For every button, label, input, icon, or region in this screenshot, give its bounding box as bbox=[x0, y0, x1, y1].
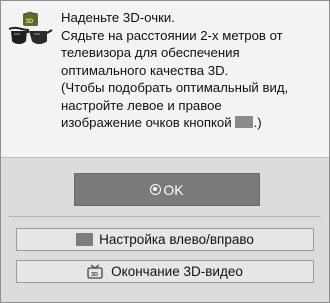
adjust-label: Настройка влево/вправо bbox=[99, 232, 254, 247]
ok-button[interactable]: OK bbox=[74, 173, 260, 206]
color-button-icon bbox=[234, 116, 253, 128]
message-line-end: .) bbox=[253, 115, 262, 130]
message-line: телевизора для обеспечения bbox=[61, 45, 240, 60]
divider bbox=[1, 157, 329, 158]
message-line: (Чтобы подобрать оптимальный вид, bbox=[61, 80, 289, 95]
message-panel: 3D Наденьте 3D-очки. Сядьте на расстояни… bbox=[1, 1, 329, 157]
message-line-last: изображение очков кнопкой.) bbox=[61, 114, 323, 132]
end-label: Окончание 3D-видео bbox=[111, 264, 243, 279]
message-line: Сядьте на расстоянии 2-х метров от bbox=[61, 27, 283, 43]
3d-glasses-icon: 3D bbox=[8, 11, 53, 44]
ok-label: OK bbox=[163, 181, 184, 198]
message-line-text: изображение очков кнопкой bbox=[61, 115, 232, 130]
color-button-icon bbox=[76, 233, 94, 246]
tv-icon: 3D bbox=[87, 264, 103, 279]
ok-circle-icon bbox=[150, 184, 162, 195]
end-3d-video-button[interactable]: 3D Окончание 3D-видео bbox=[16, 260, 314, 283]
message-line: настройте левое и правое bbox=[61, 97, 222, 113]
adjust-left-right-button[interactable]: Настройка влево/вправо bbox=[16, 228, 314, 251]
instruction-text: Наденьте 3D-очки. Сядьте на расстоянии 2… bbox=[61, 9, 323, 132]
svg-text:3D: 3D bbox=[26, 19, 34, 25]
svg-text:3D: 3D bbox=[91, 272, 98, 278]
divider bbox=[9, 216, 321, 217]
message-line: Наденьте 3D-очки. bbox=[61, 10, 175, 25]
3d-glasses-dialog: 3D Наденьте 3D-очки. Сядьте на расстояни… bbox=[0, 0, 330, 303]
message-line: оптимального качества 3D. bbox=[61, 62, 229, 78]
